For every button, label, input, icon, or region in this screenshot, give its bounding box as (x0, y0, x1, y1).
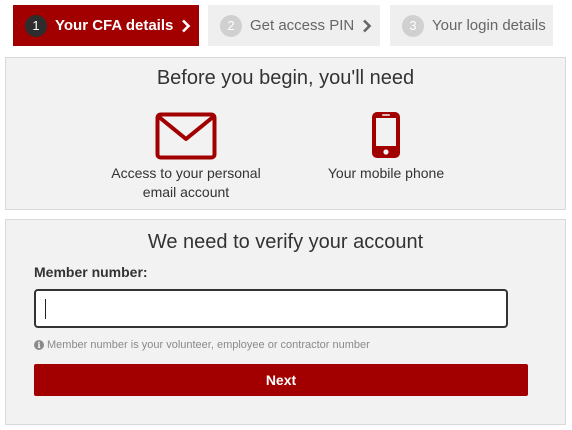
step-your-cfa-details[interactable]: 1 Your CFA details (13, 5, 199, 46)
requirement-email-line1: Access to your personal (111, 165, 261, 181)
chevron-right-icon (362, 19, 376, 33)
step-get-access-pin[interactable]: 2 Get access PIN (208, 5, 380, 46)
requirement-phone-label: Your mobile phone (327, 165, 445, 181)
verify-title: We need to verify your account (147, 231, 424, 253)
requirements-title: Before you begin, you'll need (156, 67, 415, 89)
chevron-right-icon (181, 19, 195, 33)
step-progress-bar: 1 Your CFA details 2 Get access PIN 3 Yo… (13, 5, 553, 46)
member-number-help-text: Member number is your volunteer, employe… (47, 339, 370, 351)
step-number: 2 (220, 14, 242, 37)
step-label: Your login details (432, 17, 546, 34)
step-label: Your CFA details (55, 17, 174, 34)
step-number: 3 (402, 14, 424, 37)
requirement-phone: Your mobile phone (306, 112, 466, 183)
verify-account-panel: We need to verify your account Member nu… (5, 219, 566, 425)
requirement-email: Access to your personal email account (101, 112, 271, 202)
mobile-phone-icon (372, 112, 400, 158)
step-label: Get access PIN (250, 17, 355, 34)
next-button[interactable]: Next (34, 364, 528, 396)
member-number-help: i Member number is your volunteer, emplo… (34, 339, 370, 351)
requirements-panel: Before you begin, you'll need Access to … (5, 57, 566, 210)
info-icon: i (34, 340, 44, 350)
step-your-login-details[interactable]: 3 Your login details (390, 5, 553, 46)
step-number: 1 (25, 14, 47, 37)
envelope-icon (155, 112, 217, 160)
text-cursor (45, 299, 46, 319)
member-number-input[interactable] (34, 289, 508, 328)
requirement-email-line2: email account (142, 184, 230, 200)
member-number-label: Member number: (34, 264, 148, 280)
